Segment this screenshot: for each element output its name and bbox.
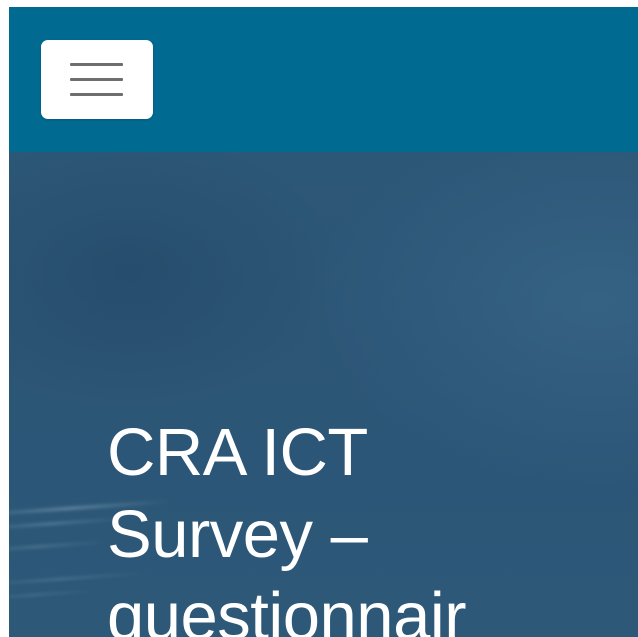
site-header [9,7,638,152]
page-title: CRA ICT Survey – questionnair [107,415,467,637]
menu-icon-bar [70,78,123,81]
hamburger-menu-icon [70,60,123,98]
page-viewport: CRA ICT Survey – questionnair [9,7,638,637]
hero-banner: CRA ICT Survey – questionnair [9,152,638,637]
menu-toggle-button[interactable] [41,40,153,119]
menu-icon-bar [70,93,123,96]
menu-icon-bar [70,63,123,66]
